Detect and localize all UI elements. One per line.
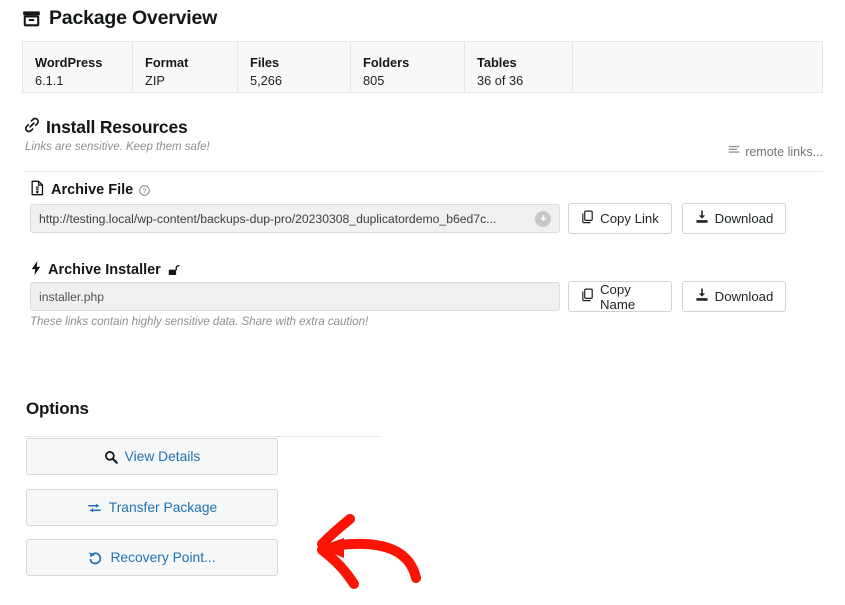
download-archive-label: Download: [714, 211, 774, 226]
table-cell-format: Format ZIP: [133, 42, 238, 92]
list-bars-icon: [728, 144, 740, 159]
download-archive-button[interactable]: Download: [682, 203, 786, 234]
view-details-label: View Details: [124, 449, 201, 464]
download-installer-label: Download: [714, 289, 774, 304]
column-value: 36 of 36: [477, 72, 524, 88]
package-overview-page: Package Overview WordPress 6.1.1 Format …: [0, 0, 845, 600]
remote-links-button[interactable]: remote links...: [728, 144, 823, 159]
rotate-left-icon: [88, 550, 103, 565]
archive-file-label-text: Archive File: [51, 182, 134, 198]
column-value: 805: [363, 72, 385, 88]
transfer-package-button[interactable]: Transfer Package: [26, 489, 278, 526]
column-value: 6.1.1: [35, 72, 64, 88]
column-value: ZIP: [145, 72, 165, 88]
column-value: 5,266: [250, 72, 283, 88]
archive-installer-input[interactable]: installer.php: [30, 282, 560, 311]
options-divider: [25, 436, 380, 437]
copy-link-label: Copy Link: [600, 211, 659, 226]
copy-icon: [581, 210, 594, 227]
table-cell-wordpress: WordPress 6.1.1: [23, 42, 133, 92]
table-cell-tables: Tables 36 of 36: [465, 42, 573, 92]
install-resources-title: Install Resources: [23, 116, 188, 139]
copy-link-button[interactable]: Copy Link: [568, 203, 672, 234]
unlock-icon: [167, 263, 180, 277]
install-resources-divider: [23, 171, 823, 172]
column-header: Tables: [477, 54, 517, 70]
table-cell-folders: Folders 805: [351, 42, 465, 92]
file-archive-icon: [30, 180, 45, 200]
circle-down-arrow-icon[interactable]: [535, 210, 551, 227]
exchange-arrows-icon: [87, 501, 102, 515]
archive-installer-value: installer.php: [39, 289, 105, 304]
copy-name-label: Copy Name: [600, 281, 636, 312]
page-title: Package Overview: [22, 7, 217, 30]
column-header: Files: [250, 54, 280, 70]
magnifier-icon: [104, 450, 118, 464]
page-title-text: Package Overview: [49, 7, 218, 29]
view-details-button[interactable]: View Details: [26, 438, 278, 475]
table-cell-empty: [573, 42, 822, 92]
install-resources-subtitle: Links are sensitive. Keep them safe!: [25, 141, 210, 153]
archive-installer-label: Archive Installer: [30, 260, 180, 280]
install-resources-title-text: Install Resources: [46, 117, 188, 137]
column-header: WordPress: [35, 54, 103, 70]
archive-file-label: Archive File ?: [30, 180, 151, 200]
copy-icon: [581, 288, 594, 305]
download-icon: [695, 210, 709, 227]
overview-table: WordPress 6.1.1 Format ZIP Files 5,266 F…: [22, 41, 823, 93]
download-icon: [695, 288, 709, 305]
annotation-arrow-icon: [278, 500, 448, 600]
transfer-package-label: Transfer Package: [108, 500, 218, 515]
archive-box-icon: [22, 9, 41, 28]
options-title: Options: [26, 399, 89, 418]
column-header: Folders: [363, 54, 410, 70]
recovery-point-button[interactable]: Recovery Point...: [26, 539, 278, 576]
download-installer-button[interactable]: Download: [682, 281, 786, 312]
link-chain-icon: [23, 116, 41, 139]
archive-file-input[interactable]: http://testing.local/wp-content/backups-…: [30, 204, 560, 233]
table-cell-files: Files 5,266: [238, 42, 351, 92]
recovery-point-label: Recovery Point...: [110, 550, 216, 565]
archive-file-value: http://testing.local/wp-content/backups-…: [39, 211, 497, 226]
copy-name-button[interactable]: Copy Name: [568, 281, 672, 312]
sensitive-data-caution: These links contain highly sensitive dat…: [30, 316, 369, 328]
column-header: Format: [145, 54, 189, 70]
lightning-bolt-icon: [30, 260, 42, 280]
remote-links-label: remote links...: [745, 144, 823, 159]
svg-text:?: ?: [143, 187, 147, 194]
question-circle-icon[interactable]: ?: [139, 184, 151, 196]
archive-installer-label-text: Archive Installer: [48, 262, 161, 278]
